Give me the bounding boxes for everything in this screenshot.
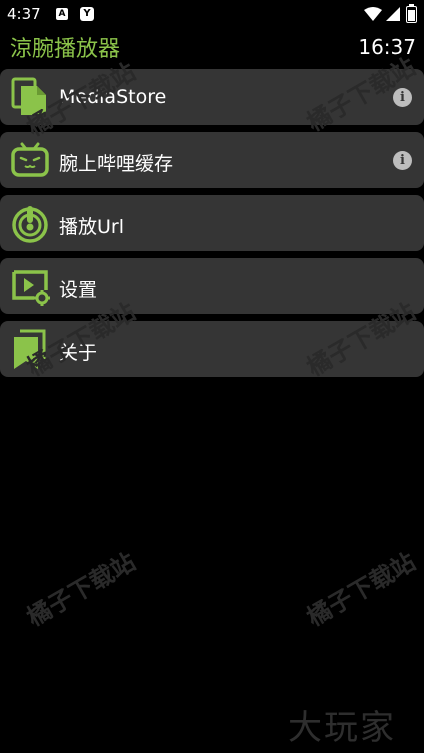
bottom-logo: 大玩家 xyxy=(288,708,396,748)
settings-video-icon xyxy=(12,270,50,306)
menu-label-bilibili-cache: 腕上哔哩缓存 xyxy=(59,153,174,175)
watermark: 橘子下载站 xyxy=(22,547,141,632)
watermark: 橘子下载站 xyxy=(302,547,421,632)
play-url-icon xyxy=(12,206,48,243)
notification-y-icon: Y xyxy=(80,7,94,21)
menu-label-play-url: 播放Url xyxy=(59,216,124,238)
status-bar: 4:37 A Y xyxy=(0,0,424,28)
menu-item-settings[interactable]: 设置 xyxy=(0,258,424,314)
status-time: 4:37 xyxy=(7,5,41,23)
wifi-icon xyxy=(364,7,382,21)
menu-item-play-url[interactable]: 播放Url xyxy=(0,195,424,251)
app-header: 涼腕播放器 16:37 xyxy=(0,28,424,64)
menu-item-bilibili-cache[interactable]: 腕上哔哩缓存 i xyxy=(0,132,424,188)
info-icon[interactable]: i xyxy=(393,151,412,170)
menu-label-settings: 设置 xyxy=(59,279,98,301)
app-title: 涼腕播放器 xyxy=(10,37,121,62)
bilibili-tv-icon xyxy=(11,142,49,177)
battery-icon xyxy=(406,4,417,23)
notification-a-icon: A xyxy=(56,8,68,20)
signal-icon xyxy=(386,7,400,21)
